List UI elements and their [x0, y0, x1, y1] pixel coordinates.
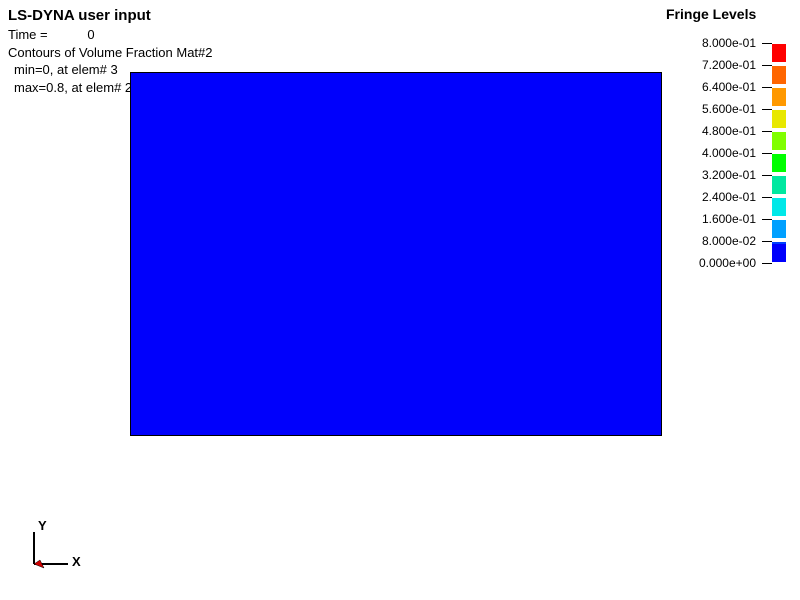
fringe-row: 1.600e-01 — [666, 208, 786, 230]
fringe-tick — [762, 87, 772, 88]
contour-plot — [130, 72, 662, 436]
fringe-tick — [762, 109, 772, 110]
fringe-row: 4.000e-01 — [666, 142, 786, 164]
fringe-value: 5.600e-01 — [666, 102, 762, 116]
fringe-swatch — [772, 176, 786, 194]
fringe-value: 4.800e-01 — [666, 124, 762, 138]
fringe-row: 2.400e-01 — [666, 186, 786, 208]
fringe-tick — [762, 131, 772, 132]
fringe-value: 2.400e-01 — [666, 190, 762, 204]
fringe-value: 3.200e-01 — [666, 168, 762, 182]
fringe-tick — [762, 219, 772, 220]
time-value: 0 — [87, 27, 94, 42]
fringe-row: 8.000e-01 — [666, 32, 786, 54]
fringe-title: Fringe Levels — [666, 6, 786, 22]
fringe-swatch — [772, 244, 786, 262]
fringe-value: 6.400e-01 — [666, 80, 762, 94]
fringe-value: 8.000e-02 — [666, 234, 762, 248]
time-label: Time = — [8, 27, 48, 42]
fringe-tick — [762, 43, 772, 44]
fringe-value: 4.000e-01 — [666, 146, 762, 160]
fringe-tick — [762, 65, 772, 66]
fringe-legend: Fringe Levels 8.000e-01 7.200e-01 6.400e-0… — [666, 6, 786, 274]
fringe-value: 8.000e-01 — [666, 36, 762, 50]
fringe-tick — [762, 263, 772, 264]
fringe-row: 8.000e-02 — [666, 230, 786, 252]
fringe-row: 6.400e-01 — [666, 76, 786, 98]
x-axis-label: X — [72, 554, 81, 569]
fringe-swatch — [772, 44, 786, 62]
fringe-tick — [762, 153, 772, 154]
fringe-row: 7.200e-01 — [666, 54, 786, 76]
fringe-swatch — [772, 66, 786, 84]
fringe-tick — [762, 197, 772, 198]
axis-triad: Y X — [26, 524, 86, 576]
fringe-swatch — [772, 220, 786, 238]
fringe-tick — [762, 175, 772, 176]
fringe-row: 4.800e-01 — [666, 120, 786, 142]
fringe-tick — [762, 241, 772, 242]
time-line: Time = 0 — [8, 26, 213, 44]
y-axis-label: Y — [38, 518, 47, 533]
fringe-swatch — [772, 88, 786, 106]
fringe-swatch — [772, 198, 786, 216]
fringe-swatch — [772, 132, 786, 150]
fringe-row: 3.200e-01 — [666, 164, 786, 186]
title: LS-DYNA user input — [8, 6, 213, 26]
fringe-row: 0.000e+00 — [666, 252, 786, 274]
fringe-value: 7.200e-01 — [666, 58, 762, 72]
fringe-row: 5.600e-01 — [666, 98, 786, 120]
fringe-value: 1.600e-01 — [666, 212, 762, 226]
fringe-swatch — [772, 154, 786, 172]
contour-line: Contours of Volume Fraction Mat#2 — [8, 44, 213, 62]
fringe-swatch — [772, 110, 786, 128]
fringe-value: 0.000e+00 — [666, 256, 762, 270]
